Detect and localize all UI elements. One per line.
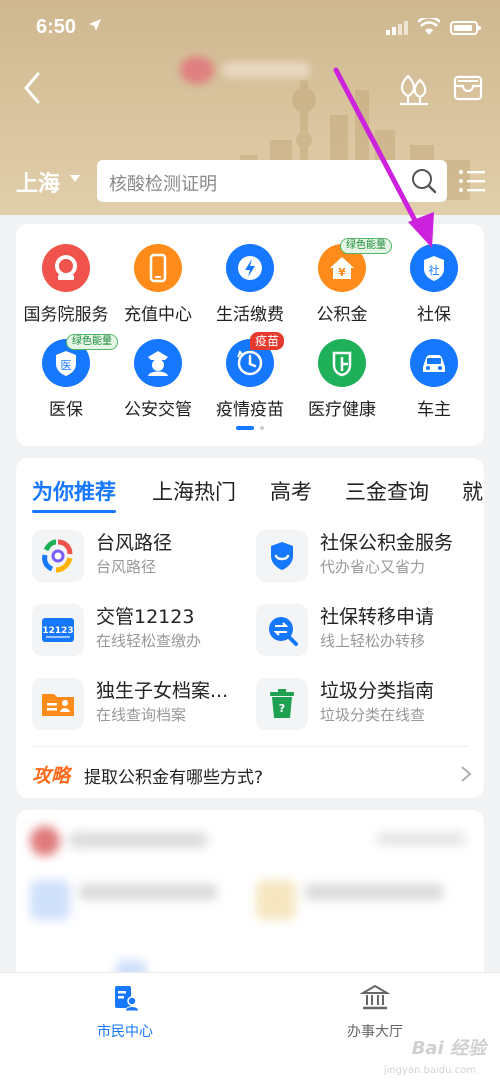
tab-gaokao[interactable]: 高考 [270, 476, 312, 506]
service-state-council[interactable]: 国务院服务 [16, 244, 116, 344]
police-icon [134, 339, 182, 387]
item-subtitle: 线上轻松办转移 [320, 632, 426, 650]
phone-icon [134, 244, 182, 292]
city-selector[interactable]: 上海 [16, 166, 60, 198]
service-car-owner[interactable]: 车主 [384, 339, 484, 439]
status-time: 6:50 [36, 16, 77, 38]
svg-text:社: 社 [429, 263, 440, 277]
tip-tag: 攻略 [32, 765, 71, 787]
tab-employment[interactable]: 就 [462, 476, 483, 506]
service-police-traffic[interactable]: 公安交管 [108, 339, 208, 439]
item-subtitle: 代办省心又省力 [320, 558, 426, 576]
item-title: 台风路径 [96, 532, 173, 554]
service-epidemic-vaccine[interactable]: 疫情疫苗 [200, 339, 300, 439]
wifi-icon [417, 15, 441, 40]
chevron-down-icon[interactable] [70, 175, 80, 182]
back-button[interactable] [18, 70, 48, 106]
baidu-watermark-url: jingyan.baidu.com [383, 1065, 476, 1076]
list-item-garbage-sorting[interactable]: ? 垃圾分类指南 垃圾分类在线查 [256, 674, 476, 734]
list-item-only-child-archive[interactable]: 独生子女档案... 在线查询档案 [32, 674, 252, 734]
service-label: 公积金 [316, 305, 368, 325]
baidu-watermark: Bai 经验 [411, 1038, 486, 1059]
status-bar: 6:50 [0, 14, 500, 44]
item-title: 社保公积金服务 [320, 532, 454, 554]
tab-label: 市民中心 [97, 1024, 153, 1040]
blurred-app-logo [180, 52, 310, 88]
service-label: 车主 [417, 400, 451, 420]
vaccine-badge: 疫苗 [250, 332, 285, 350]
svg-text:?: ? [279, 702, 285, 715]
item-subtitle: 在线轻松查缴办 [96, 632, 202, 650]
list-item-traffic-12123[interactable]: 12123 交管12123 在线轻松查缴办 [32, 600, 252, 660]
folder-person-icon [32, 678, 84, 730]
item-title: 独生子女档案... [96, 680, 229, 702]
service-label: 医保 [49, 400, 83, 420]
service-label: 国务院服务 [23, 305, 109, 325]
card-holder-icon[interactable] [452, 72, 484, 104]
battery-icon [450, 21, 481, 35]
svg-text:¥: ¥ [338, 266, 346, 279]
tab-service-hall[interactable]: 办事大厅 [315, 983, 435, 1041]
state-council-icon [42, 244, 90, 292]
svg-text:12123: 12123 [42, 626, 73, 636]
service-label: 医疗健康 [308, 400, 376, 420]
traffic-12123-icon: 12123 [32, 604, 84, 656]
tab-recommend[interactable]: 为你推荐 [32, 476, 116, 506]
item-title: 垃圾分类指南 [320, 680, 435, 702]
service-social-security[interactable]: 社 社保 [384, 244, 484, 344]
cellular-signal-icon [386, 20, 408, 39]
item-title: 社保转移申请 [320, 606, 435, 628]
search-icon[interactable] [411, 168, 437, 198]
tab-shanghai-hot[interactable]: 上海热门 [152, 476, 236, 506]
health-icon [318, 339, 366, 387]
service-utilities[interactable]: 生活缴费 [200, 244, 300, 344]
service-label: 充值中心 [124, 305, 192, 325]
active-tab-indicator [32, 510, 116, 513]
tab-citizen-center[interactable]: 市民中心 [65, 983, 185, 1041]
item-title: 交管12123 [96, 606, 195, 628]
item-subtitle: 在线查询档案 [96, 706, 187, 724]
service-recharge[interactable]: 充值中心 [108, 244, 208, 344]
item-subtitle: 台风路径 [96, 558, 157, 576]
location-arrow-icon [88, 18, 102, 36]
recommend-card: 为你推荐 上海热门 高考 三金查询 就 台风路径 台风路径 社保公积金服务 代办… [16, 458, 484, 798]
search-input[interactable]: 核酸检测证明 [97, 160, 447, 202]
service-grid: 国务院服务 充值中心 生活缴费 ¥ 公积金 绿色能量 社 社保 医 医保 绿色能… [16, 224, 484, 446]
list-icon[interactable] [458, 168, 486, 194]
divider [32, 746, 468, 747]
service-label: 社保 [417, 305, 451, 325]
trash-bin-icon: ? [256, 678, 308, 730]
svg-text:医: 医 [61, 359, 72, 372]
tip-text: 提取公积金有哪些方式? [84, 768, 264, 788]
service-medical-insurance[interactable]: 医 医保 [16, 339, 116, 439]
citizen-center-icon [110, 986, 140, 1017]
transfer-search-icon [256, 604, 308, 656]
list-item-typhoon[interactable]: 台风路径 台风路径 [32, 526, 252, 586]
tab-three-funds[interactable]: 三金查询 [345, 476, 429, 506]
government-building-icon [359, 984, 391, 1017]
typhoon-icon [32, 530, 84, 582]
tree-icon[interactable] [396, 72, 432, 106]
lightning-icon [226, 244, 274, 292]
shield-icon: 社 [410, 244, 458, 292]
list-item-social-transfer[interactable]: 社保转移申请 线上轻松办转移 [256, 600, 476, 660]
shield-smile-icon [256, 530, 308, 582]
service-label: 疫情疫苗 [216, 400, 284, 420]
service-housing-fund[interactable]: ¥ 公积金 [292, 244, 392, 344]
service-label: 公安交管 [124, 400, 192, 420]
bottom-tab-bar: 市民中心 办事大厅 Bai 经验 jingyan.baidu.com [0, 972, 500, 1082]
search-placeholder: 核酸检测证明 [109, 174, 217, 195]
list-item-social-fund-service[interactable]: 社保公积金服务 代办省心又省力 [256, 526, 476, 586]
chevron-right-icon [460, 765, 472, 787]
car-icon [410, 339, 458, 387]
service-health[interactable]: 医疗健康 [292, 339, 392, 439]
item-subtitle: 垃圾分类在线查 [320, 706, 426, 724]
tip-row[interactable]: 攻略 提取公积金有哪些方式? [32, 761, 472, 788]
header-banner: 6:50 上海 核酸检测证明 [0, 0, 500, 215]
service-label: 生活缴费 [216, 305, 284, 325]
